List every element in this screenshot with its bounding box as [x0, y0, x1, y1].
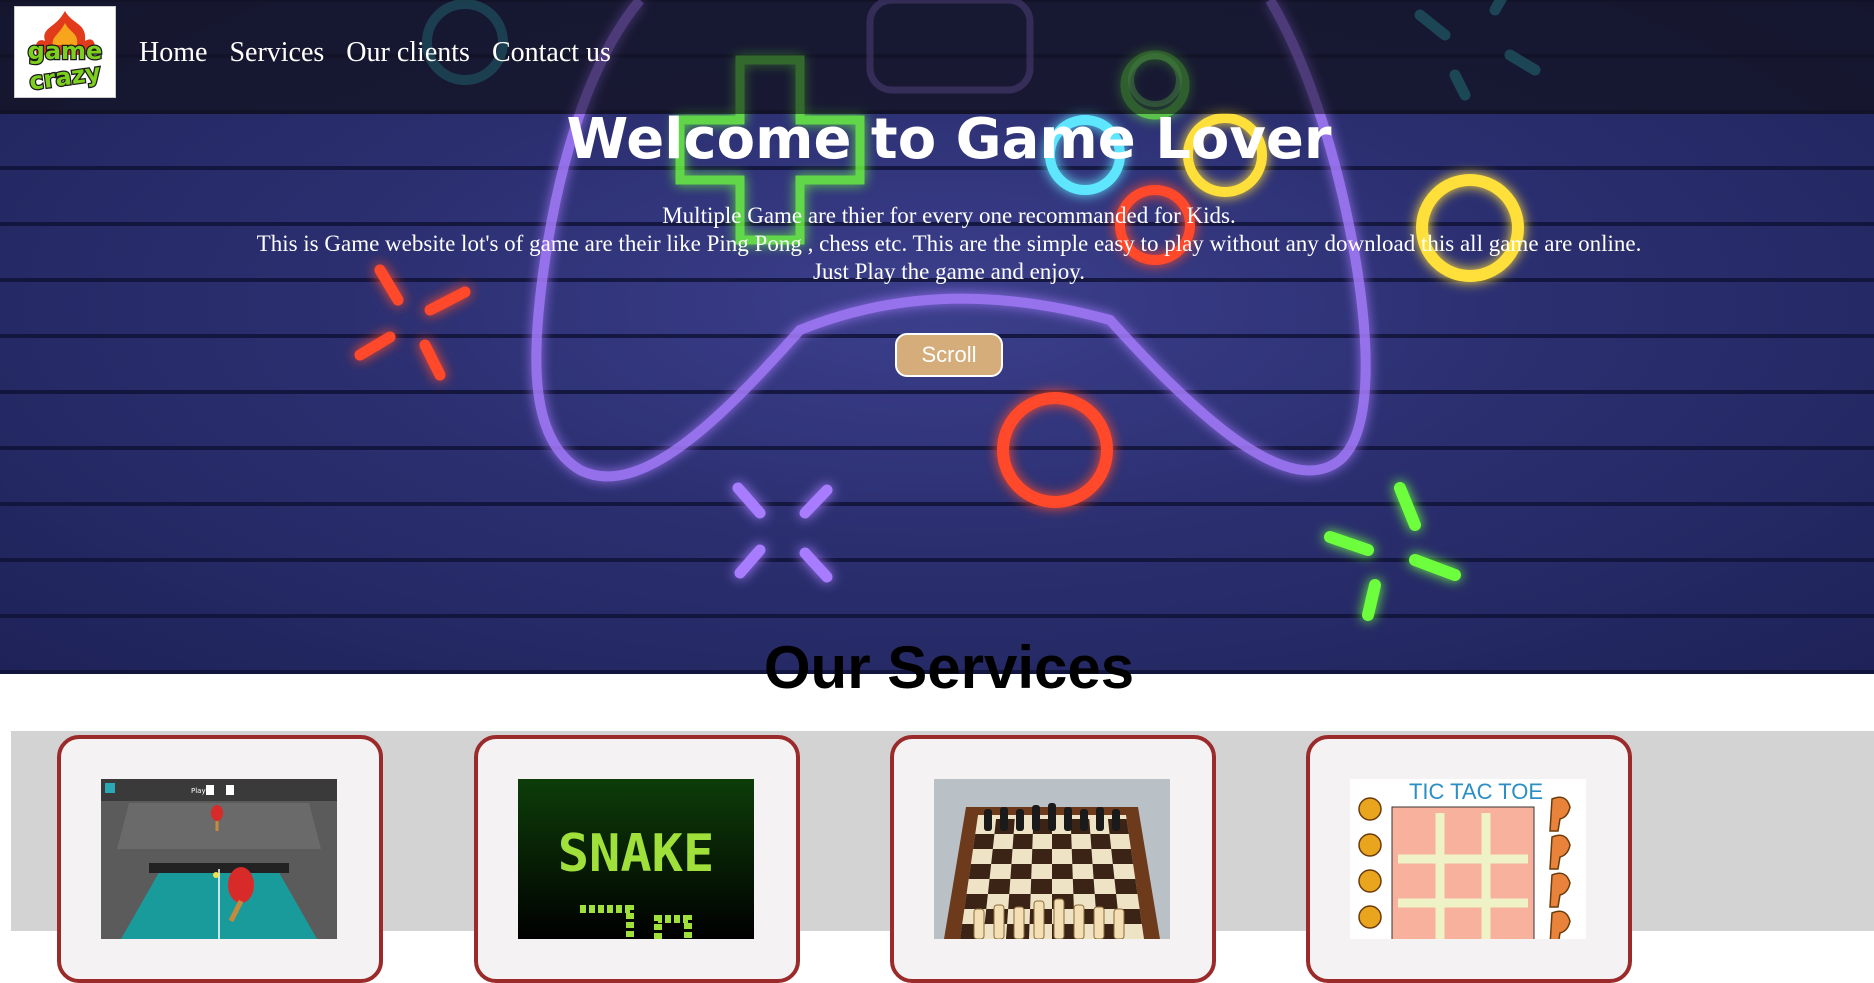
nav-links: Home Services Our clients Contact us	[139, 37, 611, 69]
chess-square	[1072, 879, 1095, 894]
chess-thumbnail	[934, 779, 1170, 939]
chess-square	[1071, 849, 1093, 864]
service-card-chess[interactable]	[890, 735, 1216, 983]
top-navbar: game crazy Home Services Our clients Con…	[0, 0, 1874, 114]
hero-title: Welcome to Game Lover	[566, 107, 1332, 172]
tic-tac-toe-thumbnail: TIC TAC TOE	[1350, 779, 1586, 939]
snake-thumbnail: SNAKE	[518, 779, 754, 939]
chess-square	[987, 879, 1011, 894]
snake-title-text: SNAKE	[558, 824, 715, 884]
hero-section: game crazy Home Services Our clients Con…	[0, 0, 1874, 674]
nav-services-link[interactable]: Services	[229, 37, 324, 69]
nav-our-clients-link[interactable]: Our clients	[346, 37, 470, 69]
hero-line-1: Multiple Game are thier for every one re…	[662, 203, 1236, 228]
nav-contact-us-link[interactable]: Contact us	[492, 37, 611, 69]
scroll-button[interactable]: Scroll	[895, 333, 1003, 377]
chess-square	[1090, 834, 1112, 849]
chess-square	[1012, 834, 1033, 849]
chess-square	[1052, 834, 1072, 849]
chess-square	[968, 864, 992, 879]
chess-square	[1052, 864, 1073, 879]
ping-pong-thumbnail: Player	[101, 779, 337, 939]
chess-square	[1030, 879, 1052, 894]
chess-square	[991, 849, 1013, 864]
chess-square	[964, 894, 988, 909]
hero-description: Multiple Game are thier for every one re…	[0, 202, 1874, 286]
chess-square	[1031, 849, 1052, 864]
service-card-tic-tac-toe[interactable]: TIC TAC TOE	[1306, 735, 1632, 983]
service-card-snake[interactable]: SNAKE	[474, 735, 800, 983]
service-card-ping-pong[interactable]: Player	[57, 735, 383, 983]
services-heading: Our Services	[763, 634, 1135, 701]
chess-square	[1111, 849, 1134, 864]
nav-home-link[interactable]: Home	[139, 37, 207, 69]
chess-square	[1114, 879, 1138, 894]
hero-line-2: This is Game website lot's of game are t…	[256, 231, 1642, 256]
hero-line-3: Just Play the game and enjoy.	[813, 259, 1085, 284]
tic-tac-toe-title-text: TIC TAC TOE	[1409, 779, 1543, 804]
flame-logo-icon: game crazy	[26, 11, 104, 97]
chess-square	[973, 834, 995, 849]
chess-square	[1010, 864, 1032, 879]
chess-square	[1092, 864, 1115, 879]
game-crazy-logo[interactable]: game crazy	[14, 6, 116, 98]
